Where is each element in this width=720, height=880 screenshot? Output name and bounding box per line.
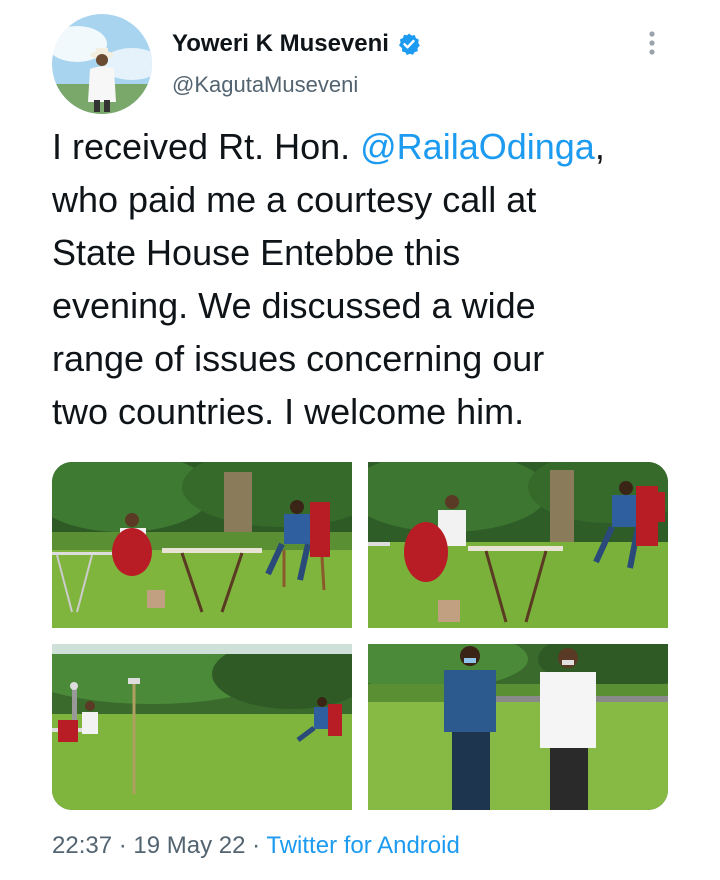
- media-grid: [52, 462, 668, 810]
- meta-separator-2: ·: [252, 832, 261, 859]
- media-photo-4[interactable]: [368, 644, 668, 810]
- tweet-text-part-2: , who paid me a courtesy call at State H…: [52, 126, 605, 432]
- tweet-text: I received Rt. Hon. @RailaOdinga, who pa…: [52, 120, 692, 438]
- media-photo-3[interactable]: [52, 644, 352, 810]
- more-options-icon[interactable]: [640, 28, 664, 58]
- tweet-text-part-1: I received Rt. Hon.: [52, 126, 361, 167]
- verified-badge-icon: [397, 32, 421, 56]
- tweet-source-link[interactable]: Twitter for Android: [266, 832, 459, 859]
- avatar-image: [52, 14, 152, 114]
- tweet-time[interactable]: 22:37: [52, 832, 112, 859]
- media-photo-1[interactable]: [52, 462, 352, 628]
- author-handle[interactable]: @KagutaMuseveni: [172, 72, 358, 98]
- author-name-row[interactable]: Yoweri K Museveni: [172, 30, 421, 58]
- mention-link[interactable]: @RailaOdinga: [360, 126, 595, 167]
- media-photo-2[interactable]: [368, 462, 668, 628]
- tweet-meta: 22:37 · 19 May 22 · Twitter for Android: [52, 832, 460, 860]
- author-avatar[interactable]: [52, 14, 152, 114]
- meta-separator: ·: [118, 832, 127, 859]
- author-name[interactable]: Yoweri K Museveni: [172, 30, 389, 58]
- tweet-date[interactable]: 19 May 22: [133, 832, 245, 859]
